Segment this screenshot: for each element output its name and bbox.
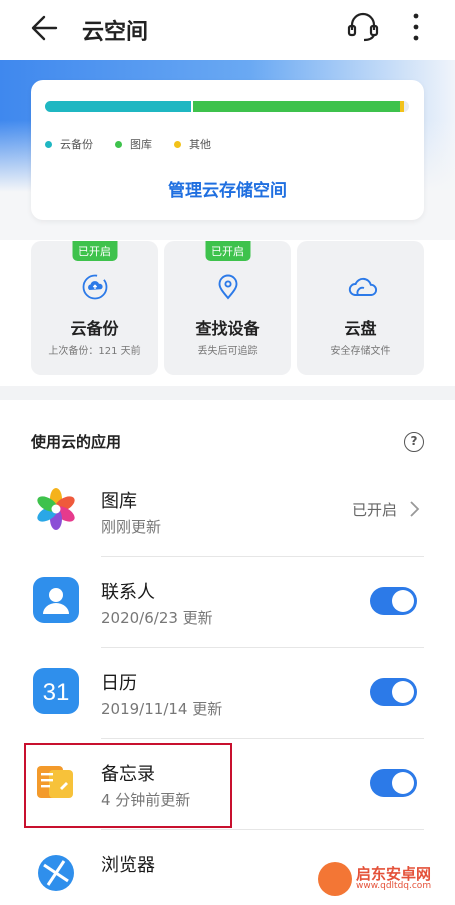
calendar-sync-toggle[interactable] xyxy=(370,678,417,706)
enabled-badge: 已开启 xyxy=(205,241,250,261)
legend-label: 云备份 xyxy=(60,138,93,151)
row-divider xyxy=(101,829,424,830)
storage-usage-bar xyxy=(45,101,409,112)
back-arrow-icon[interactable] xyxy=(26,12,62,44)
page-title: 云空间 xyxy=(82,20,149,45)
app-update-time: 2020/6/23 更新 xyxy=(101,609,213,627)
row-divider xyxy=(101,647,424,648)
app-status: 已开启 xyxy=(352,501,398,519)
storage-card: 云备份 图库 其他 管理云存储空间 xyxy=(31,80,424,220)
watermark-title: 启东安卓网 xyxy=(356,864,432,883)
feature-cloud-drive[interactable]: 云盘 安全存储文件 xyxy=(297,241,424,375)
legend-gallery: 图库 xyxy=(115,136,152,152)
row-divider xyxy=(101,738,424,739)
usage-segment-backup xyxy=(45,101,191,112)
legend-label: 图库 xyxy=(130,138,152,151)
legend-dot xyxy=(115,140,122,148)
app-name: 联系人 xyxy=(101,582,155,603)
feature-title: 云备份 xyxy=(70,319,119,338)
calendar-icon-text: 31 xyxy=(43,679,70,706)
app-row-contacts: 联系人 2020/6/23 更新 xyxy=(0,558,455,648)
feature-cloud-backup[interactable]: 已开启 云备份 上次备份：121 天前 xyxy=(31,241,158,375)
feature-title: 云盘 xyxy=(344,319,377,338)
cloud-backup-icon xyxy=(81,273,109,301)
toggle-knob xyxy=(392,681,414,703)
apps-section-title: 使用云的应用 xyxy=(31,433,122,451)
feature-title: 查找设备 xyxy=(195,319,260,338)
top-bar: 云空间 xyxy=(0,0,455,56)
highlight-box xyxy=(24,743,232,828)
watermark-url: www.qdltdq.com xyxy=(356,881,432,892)
feature-subtitle: 安全存储文件 xyxy=(330,346,391,357)
storage-legend: 云备份 图库 其他 xyxy=(45,136,233,152)
cloud-drive-icon xyxy=(347,273,377,301)
app-update-time: 2019/11/14 更新 xyxy=(101,700,223,718)
legend-backup: 云备份 xyxy=(45,136,93,152)
chevron-right-icon xyxy=(408,500,420,518)
watermark: 启东安卓网 www.qdltdq.com xyxy=(318,862,431,896)
legend-dot xyxy=(45,140,52,148)
feature-find-device[interactable]: 已开启 查找设备 丢失后可追踪 xyxy=(164,241,291,375)
legend-label: 其他 xyxy=(189,138,211,151)
app-name: 浏览器 xyxy=(101,855,155,876)
legend-dot xyxy=(174,140,181,148)
watermark-text: 启东安卓网 www.qdltdq.com xyxy=(356,866,431,892)
usage-segment-gallery xyxy=(192,101,401,112)
usage-segment-other xyxy=(400,101,404,112)
help-icon[interactable]: ? xyxy=(404,432,424,452)
enabled-badge: 已开启 xyxy=(72,241,117,261)
watermark-logo-icon xyxy=(318,862,352,896)
legend-other: 其他 xyxy=(174,136,211,152)
app-row-gallery[interactable]: 图库 刚刚更新 已开启 xyxy=(0,467,455,557)
browser-icon xyxy=(32,849,80,897)
location-pin-icon xyxy=(214,273,242,301)
contacts-icon xyxy=(32,576,80,624)
toggle-knob xyxy=(392,772,414,794)
app-update-time: 刚刚更新 xyxy=(101,518,162,536)
app-row-calendar: 31 日历 2019/11/14 更新 xyxy=(0,649,455,739)
contacts-sync-toggle[interactable] xyxy=(370,587,417,615)
gallery-icon xyxy=(32,485,80,533)
feature-subtitle: 上次备份：121 天前 xyxy=(48,346,141,357)
calendar-icon: 31 xyxy=(32,667,80,715)
notepad-sync-toggle[interactable] xyxy=(370,769,417,797)
headset-icon[interactable] xyxy=(344,10,382,44)
row-divider xyxy=(101,556,424,557)
more-vertical-icon[interactable] xyxy=(404,10,428,44)
app-name: 图库 xyxy=(101,491,137,512)
manage-storage-link[interactable]: 管理云存储空间 xyxy=(31,176,424,201)
section-separator xyxy=(0,386,455,400)
toggle-knob xyxy=(392,590,414,612)
app-name: 日历 xyxy=(101,673,137,694)
feature-subtitle: 丢失后可追踪 xyxy=(197,346,258,357)
